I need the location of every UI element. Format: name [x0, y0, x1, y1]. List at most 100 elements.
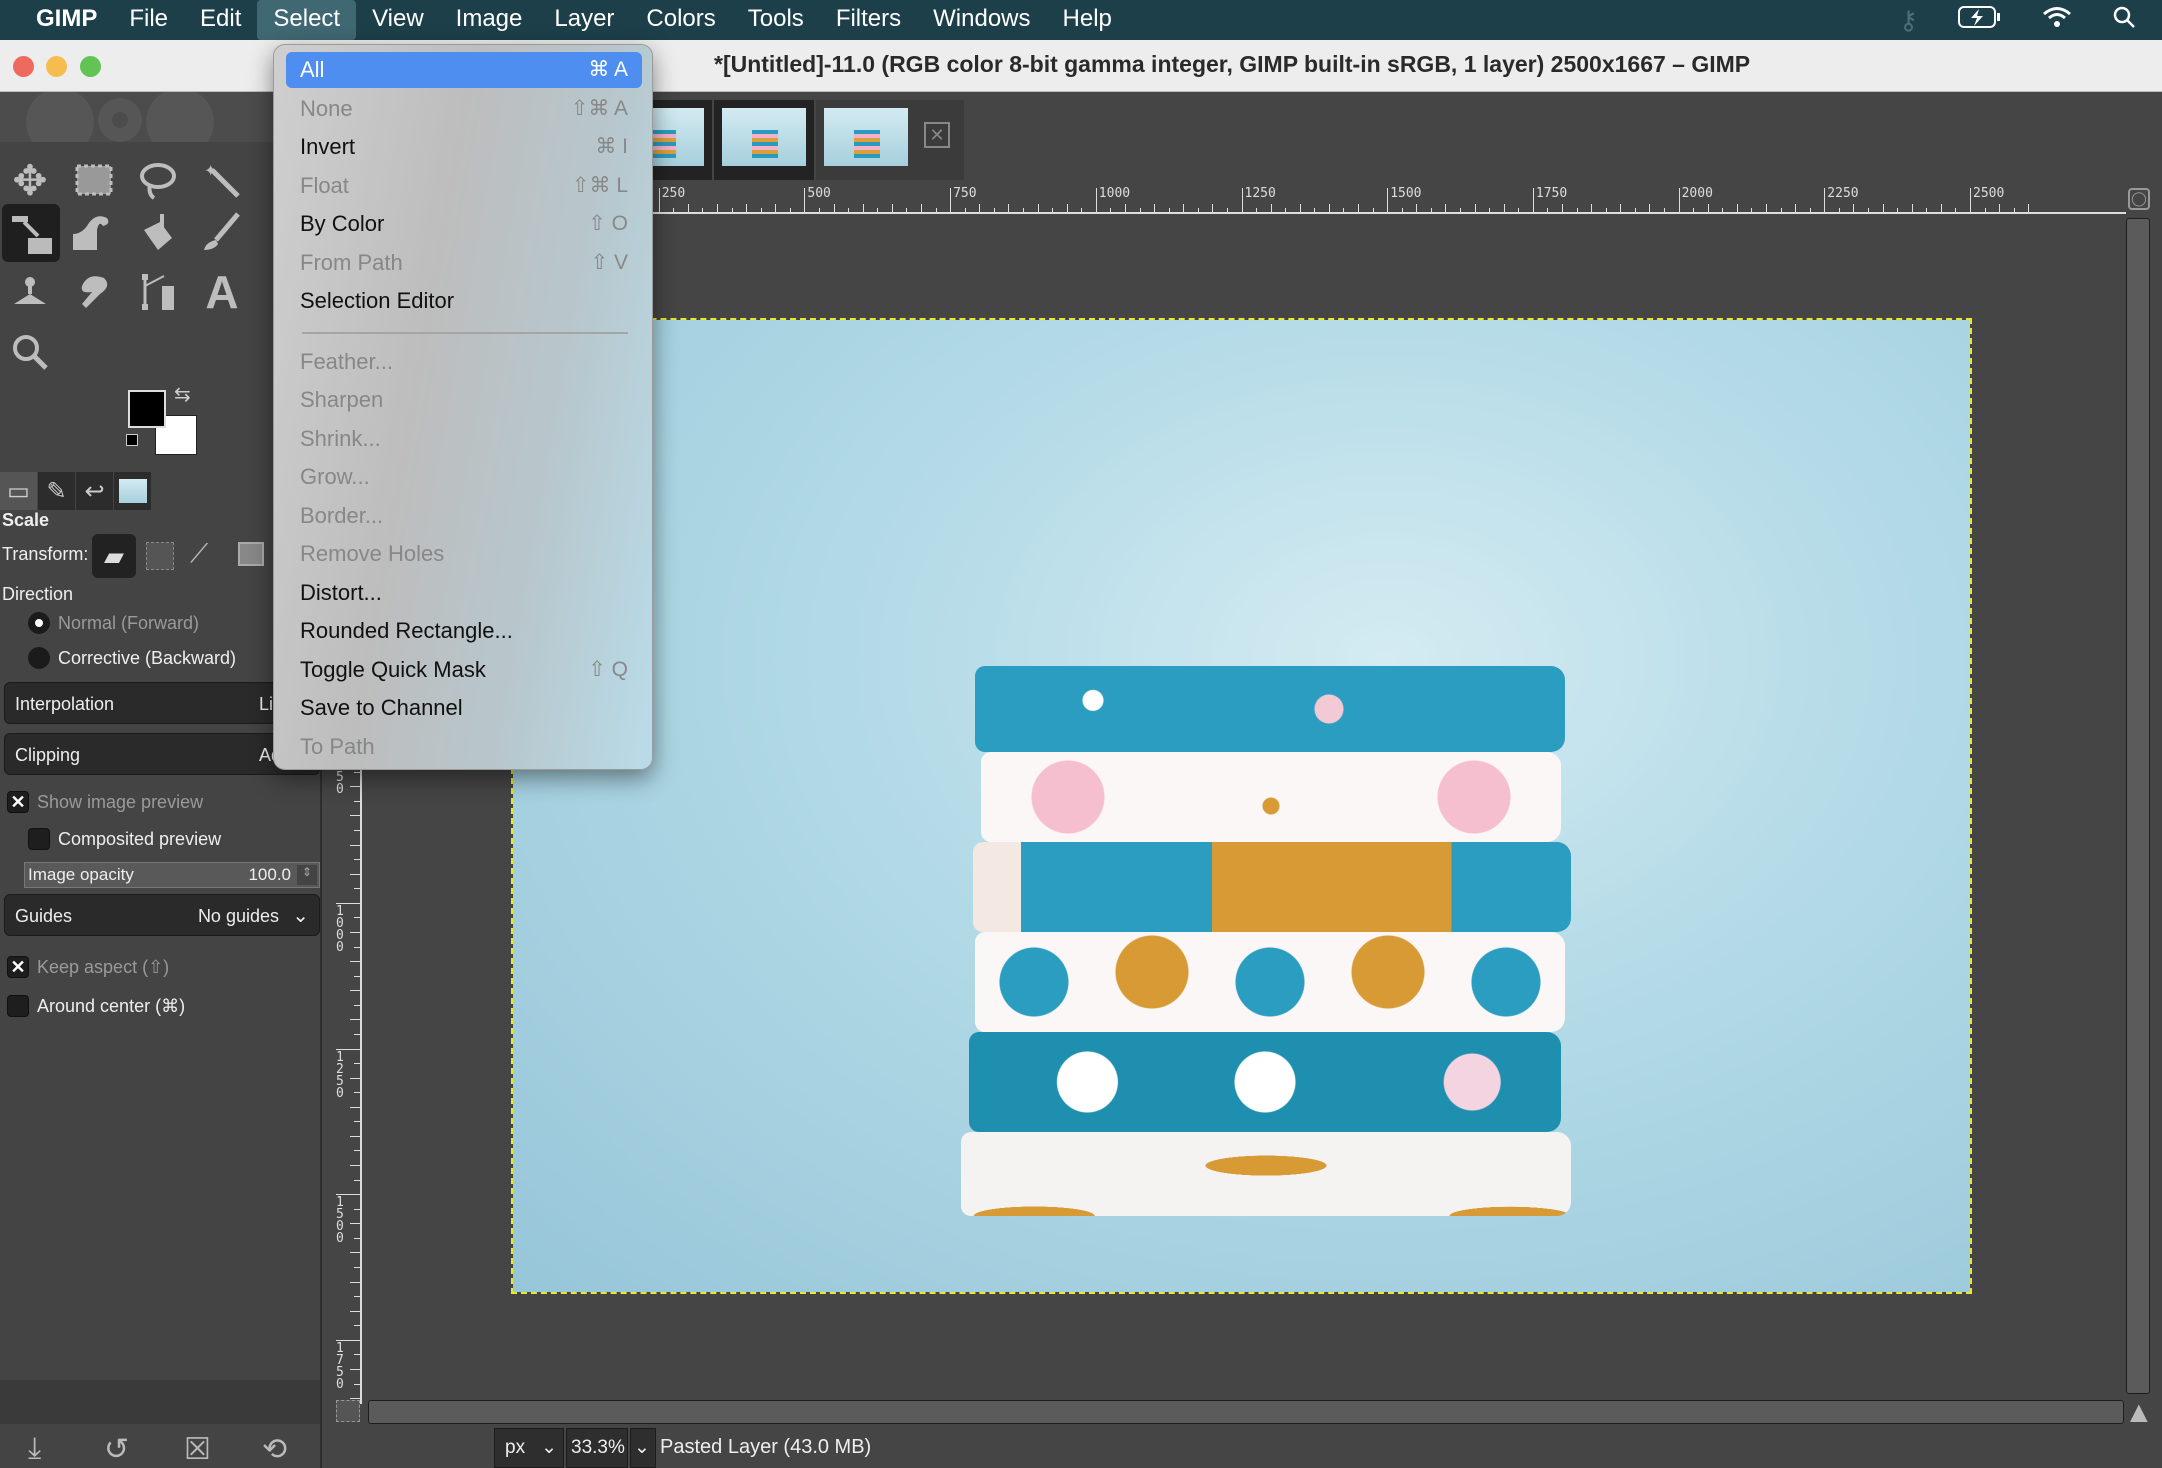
ruler-minor-tick: [1328, 204, 1330, 214]
minimize-window-button[interactable]: [46, 56, 67, 77]
menu-item-shrink[interactable]: Shrink...: [286, 421, 642, 457]
menu-edit[interactable]: Edit: [184, 0, 257, 40]
image-opacity-slider[interactable]: Image opacity 100.0 ⇕: [24, 862, 320, 888]
menu-item-remove-holes[interactable]: Remove Holes: [286, 536, 642, 572]
bucket-fill-tool-icon[interactable]: [130, 204, 186, 260]
menu-help[interactable]: Help: [1047, 0, 1128, 40]
ruler-minor-tick: [731, 208, 733, 214]
warp-transform-tool-icon[interactable]: [66, 204, 122, 260]
menu-item-grow[interactable]: Grow...: [286, 459, 642, 495]
horizontal-scrollbar[interactable]: [368, 1400, 2124, 1424]
menu-item-by-color[interactable]: By Color ⇧ O: [286, 206, 642, 242]
reset-options-icon[interactable]: ⟲: [262, 1432, 287, 1467]
restore-options-icon[interactable]: ↺: [104, 1432, 129, 1467]
menu-item-feather[interactable]: Feather...: [286, 344, 642, 380]
zoom-window-button[interactable]: [80, 56, 101, 77]
close-window-button[interactable]: [13, 56, 34, 77]
save-options-icon[interactable]: ⤓: [28, 1432, 41, 1466]
image-canvas[interactable]: [511, 318, 1972, 1294]
menu-file[interactable]: File: [113, 0, 184, 40]
unit-select[interactable]: px ⌄: [494, 1428, 564, 1468]
transform-selection-button[interactable]: [146, 542, 174, 570]
keep-aspect-checkbox[interactable]: ✕: [7, 956, 29, 978]
menu-item-sharpen[interactable]: Sharpen: [286, 382, 642, 418]
undo-history-tab[interactable]: ↩: [76, 472, 114, 510]
menu-view[interactable]: View: [356, 0, 440, 40]
text-tool-icon[interactable]: A: [194, 264, 250, 320]
tool-options-tab[interactable]: ▭: [0, 472, 38, 510]
fuzzy-select-tool-icon[interactable]: ✦: [194, 152, 250, 208]
menu-gimp[interactable]: GIMP: [20, 0, 113, 40]
menu-item-all[interactable]: All ⌘ A: [286, 52, 642, 88]
device-status-tab[interactable]: ✎: [38, 472, 76, 510]
menu-item-label: Invert: [300, 134, 356, 159]
menu-windows[interactable]: Windows: [917, 0, 1046, 40]
fabric-fold: [973, 842, 1571, 932]
images-tab[interactable]: [114, 472, 152, 510]
direction-normal-radio[interactable]: [28, 612, 50, 634]
transform-path-button[interactable]: ⟋: [190, 538, 208, 570]
scale-tool-icon[interactable]: [2, 204, 60, 262]
menu-item-distort[interactable]: Distort...: [286, 575, 642, 611]
quick-mask-toggle[interactable]: [336, 1400, 360, 1422]
paintbrush-tool-icon[interactable]: [194, 204, 250, 260]
transform-image-button[interactable]: [238, 542, 264, 566]
image-tab-active[interactable]: ✕: [816, 100, 964, 180]
menu-image[interactable]: Image: [440, 0, 539, 40]
direction-corrective-radio[interactable]: [28, 647, 50, 669]
vertical-scrollbar[interactable]: [2126, 218, 2150, 1394]
clone-tool-icon[interactable]: [2, 264, 58, 320]
menu-select[interactable]: Select: [257, 0, 357, 40]
menu-item-none[interactable]: None ⇧⌘ A: [286, 91, 642, 127]
menu-colors[interactable]: Colors: [630, 0, 731, 40]
transform-layer-button[interactable]: ▰: [92, 534, 136, 578]
zoom-select[interactable]: 33.3%: [566, 1428, 628, 1468]
interpolation-label: Interpolation: [15, 694, 115, 714]
menu-item-toggle-quick-mask[interactable]: Toggle Quick Mask ⇧ Q: [286, 652, 642, 688]
delete-options-icon[interactable]: ☒: [184, 1432, 211, 1467]
image-tab-3[interactable]: [714, 100, 814, 180]
show-preview-checkbox[interactable]: ✕: [7, 791, 29, 813]
ruler-minor-tick: [1911, 204, 1913, 214]
battery-charging-icon[interactable]: [1958, 5, 2002, 36]
menu-item-border[interactable]: Border...: [286, 498, 642, 534]
menu-item-selection-editor[interactable]: Selection Editor: [286, 283, 642, 319]
around-center-checkbox[interactable]: [7, 995, 29, 1017]
default-colors-icon[interactable]: [126, 434, 138, 446]
ruler-minor-tick: [350, 1281, 362, 1283]
menu-item-save-to-channel[interactable]: Save to Channel: [286, 690, 642, 726]
zoom-tool-icon[interactable]: [2, 324, 58, 380]
guides-combo[interactable]: Guides No guides ⌄: [4, 894, 320, 936]
spotlight-search-icon[interactable]: [2112, 5, 2136, 36]
menu-item-rounded-rectangle[interactable]: Rounded Rectangle...: [286, 613, 642, 649]
opacity-spin-icon[interactable]: ⇕: [297, 865, 317, 885]
ruler-minor-tick: [1882, 204, 1884, 214]
wifi-icon[interactable]: [2042, 5, 2072, 36]
menu-item-invert[interactable]: Invert ⌘ I: [286, 129, 642, 165]
key-icon[interactable]: ⚷: [1899, 5, 1918, 36]
zoom-lock-icon[interactable]: ◯: [2128, 188, 2150, 210]
paths-tool-icon[interactable]: [130, 264, 186, 320]
menu-item-to-path[interactable]: To Path: [286, 729, 642, 765]
smudge-tool-icon[interactable]: [66, 264, 122, 320]
menu-item-from-path[interactable]: From Path ⇧ V: [286, 245, 642, 281]
menu-item-float[interactable]: Float ⇧⌘ L: [286, 168, 642, 204]
dock-resize-handle[interactable]: ⋮: [2156, 767, 2162, 781]
close-tab-icon[interactable]: ✕: [924, 122, 950, 148]
free-select-tool-icon[interactable]: [130, 152, 186, 208]
menu-layer[interactable]: Layer: [538, 0, 630, 40]
ruler-minor-tick: [354, 1325, 362, 1327]
menu-tools[interactable]: Tools: [732, 0, 820, 40]
move-tool-icon[interactable]: ✥: [2, 152, 58, 208]
ruler-minor-tick: [1620, 204, 1622, 214]
fabric-fold: [975, 932, 1565, 1032]
swap-colors-icon[interactable]: ⇆: [174, 382, 191, 407]
zoom-dropdown[interactable]: ⌄: [630, 1428, 656, 1468]
rectangle-select-tool-icon[interactable]: [66, 152, 122, 208]
foreground-color-swatch[interactable]: [128, 390, 166, 428]
navigate-icon[interactable]: ▲: [2124, 1396, 2154, 1430]
menu-item-shortcut: ⇧ V: [590, 250, 628, 274]
composited-preview-checkbox[interactable]: [28, 828, 50, 850]
menu-filters[interactable]: Filters: [820, 0, 917, 40]
ruler-minor-tick: [833, 204, 835, 214]
